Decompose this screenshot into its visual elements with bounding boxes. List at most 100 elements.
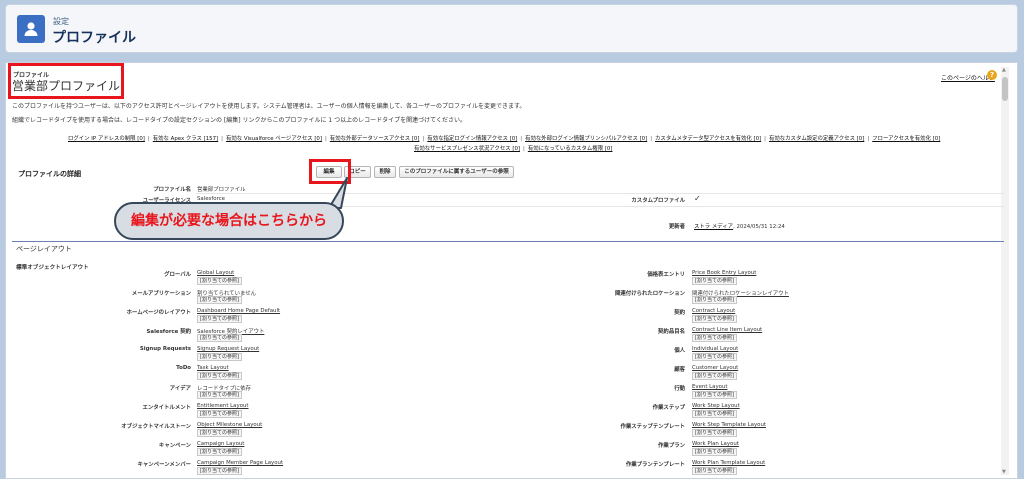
view-assignment-button[interactable]: [割り当ての参照] [692, 467, 737, 475]
quick-link[interactable]: 有効な Visualforce ページアクセス [0] [226, 136, 322, 142]
layout-label: 作業ステップ [652, 405, 685, 411]
layout-label: 作業プランテンプレート [625, 462, 685, 468]
link-separator: | [324, 136, 327, 142]
view-assignment-button[interactable]: [割り当ての参照] [197, 429, 242, 437]
view-assignment-button[interactable]: [割り当ての参照] [197, 410, 242, 418]
layout-label: Signup Requests [139, 346, 191, 352]
layout-label: メールアプリケーション [131, 291, 191, 297]
quick-link[interactable]: 有効な Apex クラス [157] [153, 136, 218, 142]
view-assignment-button[interactable]: [割り当ての参照] [197, 448, 242, 456]
link-separator: | [147, 136, 150, 142]
layout-label: 顧客 [674, 367, 685, 373]
view-assignment-button[interactable]: [割り当ての参照] [692, 391, 737, 399]
layout-link[interactable]: Contract Line Item Layout [692, 327, 762, 333]
quick-link[interactable]: 有効になっているカスタム権限 [0] [528, 146, 613, 152]
view-assignment-button[interactable]: [割り当ての参照] [197, 315, 242, 323]
page-header: 設定 プロファイル [5, 4, 1018, 53]
view-assignment-button[interactable]: [割り当ての参照] [692, 429, 737, 437]
view-assignment-button[interactable]: [割り当ての参照] [197, 296, 242, 304]
modified-by-user-link[interactable]: ストラ メディア [694, 224, 733, 230]
link-separator: | [650, 136, 653, 142]
link-separator: | [520, 136, 523, 142]
layout-link[interactable]: Global Layout [197, 270, 234, 276]
layout-label: 契約品目名 [658, 329, 685, 335]
view-users-button[interactable]: このプロファイルに属するユーザーの参照 [399, 166, 514, 178]
layout-link[interactable]: Work Step Layout [692, 403, 740, 409]
layout-link[interactable]: Price Book Entry Layout [692, 270, 756, 276]
callout-text: 編集が必要な場合はこちらから [131, 213, 327, 229]
quick-link[interactable]: フローアクセスを有効化 [0] [872, 136, 940, 142]
scrollbar-thumb[interactable] [1002, 77, 1008, 101]
link-separator: | [764, 136, 766, 142]
page-title: プロファイル [52, 30, 136, 46]
modified-date: , 2024/05/31 12:24 [733, 224, 785, 230]
layout-link[interactable]: Work Plan Layout [692, 441, 739, 447]
vertical-scrollbar[interactable]: ▲ ▼ [1001, 67, 1009, 475]
quick-link[interactable]: 有効なカスタム設定の定義アクセス [0] [769, 136, 864, 142]
view-assignment-button[interactable]: [割り当ての参照] [692, 315, 737, 323]
layout-link[interactable]: Work Step Template Layout [692, 422, 766, 428]
scroll-down-icon[interactable]: ▼ [1002, 469, 1006, 475]
view-assignment-button[interactable]: [割り当ての参照] [692, 448, 737, 456]
quick-link[interactable]: 有効な外部ログイン情報プリンシパルアクセス [0] [525, 136, 647, 142]
layout-label: 作業プラン [658, 443, 685, 449]
scroll-up-icon[interactable]: ▲ [1002, 67, 1006, 73]
custom-profile-label: カスタムプロファイル [631, 198, 685, 204]
layout-label: Salesforce 契約 [146, 329, 191, 335]
layout-label: キャンペーンメンバー [137, 462, 191, 468]
layout-label: オブジェクトマイルストーン [121, 424, 191, 430]
layout-label: 価格表エントリ [647, 272, 685, 278]
view-assignment-button[interactable]: [割り当ての参照] [692, 372, 737, 380]
layout-link[interactable]: Campaign Layout [197, 441, 244, 447]
view-assignment-button[interactable]: [割り当ての参照] [197, 277, 242, 285]
layout-link[interactable]: Entitlement Layout [197, 403, 249, 409]
quick-link[interactable]: カスタムメタデータ型アクセスを有効化 [0] [655, 136, 761, 142]
delete-button[interactable]: 削除 [374, 166, 396, 178]
link-separator: | [422, 136, 425, 142]
profile-name-label: プロファイル名 [153, 187, 191, 193]
view-assignment-button[interactable]: [割り当ての参照] [197, 391, 242, 399]
modified-by-label: 更新者 [668, 224, 685, 230]
divider [196, 193, 1004, 194]
view-assignment-button[interactable]: [割り当ての参照] [692, 277, 737, 285]
quick-link[interactable]: 有効なサービスプレゼンス状況アクセス [0] [414, 146, 520, 152]
quick-link[interactable]: 有効な外部データソースアクセス [0] [330, 136, 420, 142]
view-assignment-button[interactable]: [割り当ての参照] [197, 334, 242, 342]
layout-link[interactable]: Customer Layout [692, 365, 738, 371]
layout-label: エンタイトルメント [142, 405, 191, 411]
view-assignment-button[interactable]: [割り当ての参照] [197, 353, 242, 361]
view-assignment-button[interactable]: [割り当ての参照] [197, 372, 242, 380]
view-assignment-button[interactable]: [割り当ての参照] [692, 334, 737, 342]
layout-link[interactable]: Task Layout [197, 365, 229, 371]
layout-link[interactable]: Object Milestone Layout [197, 422, 262, 428]
layout-link[interactable]: Signup Request Layout [197, 346, 259, 352]
quick-links-row-2: 有効なサービスプレゼンス状況アクセス [0] | 有効になっているカスタム権限 [0… [414, 144, 612, 152]
user-profile-icon [17, 15, 45, 43]
layout-label: 関連付けられたロケーション [615, 291, 685, 297]
quick-link[interactable]: 有効な指定ログイン情報アクセス [0] [427, 136, 517, 142]
profile-name-heading: 営業部プロファイル [12, 79, 121, 93]
view-assignment-button[interactable]: [割り当ての参照] [692, 296, 737, 304]
description-line-1: このプロファイルを持つユーザーは、以下のアクセス許可とページレイアウトを使用しま… [12, 103, 526, 110]
layout-label: ホームページのレイアウト [126, 310, 191, 316]
layout-link[interactable]: Contract Layout [692, 308, 735, 314]
layout-link[interactable]: Work Plan Template Layout [692, 460, 765, 466]
layout-link[interactable]: Dashboard Home Page Default [197, 308, 280, 314]
profile-detail-title: プロファイルの詳細 [18, 170, 81, 178]
main-panel: ▲ ▼ プロファイル 営業部プロファイル このページのヘルプ ? このプロファイ… [5, 62, 1018, 479]
quick-links-row-1: ログイン IP アドレスの制限 [0] | 有効な Apex クラス [157] | 有… [68, 134, 940, 142]
quick-link[interactable]: ログイン IP アドレスの制限 [0] [68, 136, 145, 142]
view-assignment-button[interactable]: [割り当ての参照] [692, 410, 737, 418]
layout-label: 行動 [674, 386, 685, 392]
view-assignment-button[interactable]: [割り当ての参照] [692, 353, 737, 361]
standard-layout-subtitle: 標準オブジェクトレイアウト [16, 265, 89, 271]
page-layout-title: ページレイアウト [16, 245, 72, 253]
header-subtitle: 設定 [53, 17, 69, 26]
layout-link[interactable]: Campaign Member Page Layout [197, 460, 283, 466]
view-assignment-button[interactable]: [割り当ての参照] [197, 467, 242, 475]
layout-link[interactable]: Individual Layout [692, 346, 738, 352]
help-icon[interactable]: ? [987, 70, 997, 80]
layout-label: 作業ステップテンプレート [620, 424, 685, 430]
layout-link[interactable]: Event Layout [692, 384, 727, 390]
link-separator: | [221, 136, 223, 142]
